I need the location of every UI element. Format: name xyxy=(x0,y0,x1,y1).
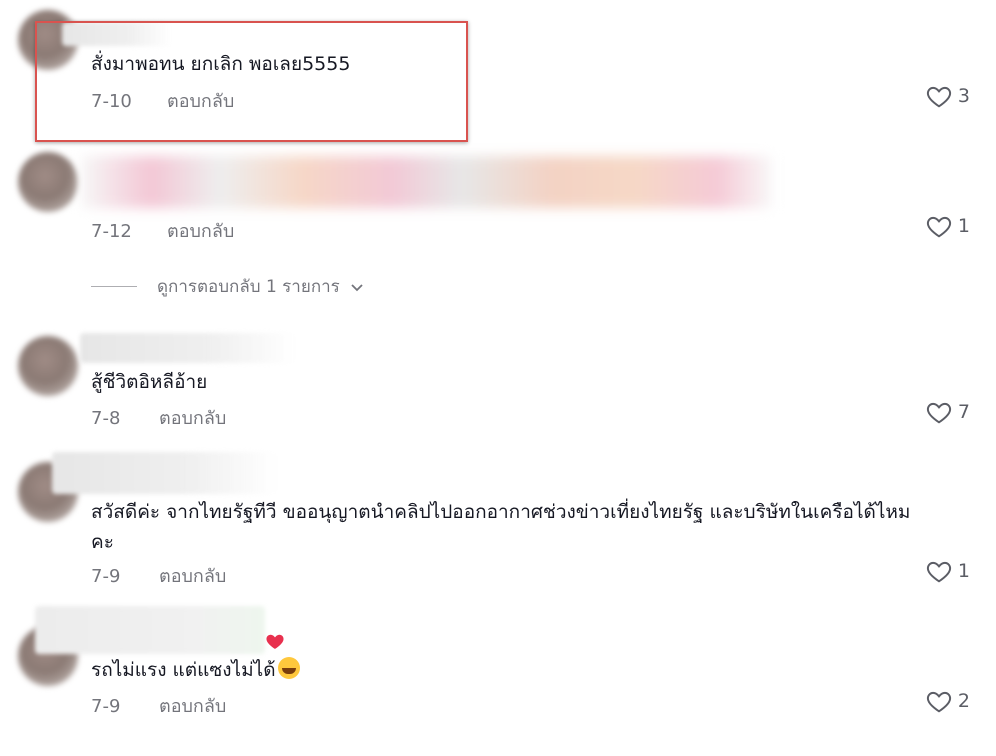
comment-date: 7-9 xyxy=(91,696,121,717)
like-count: 3 xyxy=(957,85,970,107)
highlight-box xyxy=(35,21,468,142)
comment-text-continued: คะ xyxy=(91,531,114,553)
comment-text-blurred xyxy=(82,156,772,208)
heart-icon xyxy=(926,691,951,713)
divider xyxy=(91,286,137,287)
comment-date: 7-12 xyxy=(91,221,132,242)
comment-date: 7-9 xyxy=(91,566,121,587)
reply-button[interactable]: ตอบกลับ xyxy=(159,691,226,720)
avatar[interactable] xyxy=(18,152,78,212)
username-blurred xyxy=(35,606,265,654)
username-blurred xyxy=(52,452,277,494)
like-count: 7 xyxy=(957,401,970,423)
reply-button[interactable]: ตอบกลับ xyxy=(159,561,226,590)
heart-emoji-icon xyxy=(266,634,284,649)
like-button[interactable]: 1 xyxy=(926,214,970,238)
comment-meta: 7-12 ตอบกลับ xyxy=(91,216,234,245)
username-blurred xyxy=(80,333,295,363)
like-button[interactable]: 7 xyxy=(926,400,970,424)
heart-icon xyxy=(926,216,951,238)
comment-meta: 7-8 ตอบกลับ xyxy=(91,403,226,432)
comment-text-content: รถไม่แรง แต่แซงไม่ได้ xyxy=(91,659,276,681)
like-count: 1 xyxy=(957,215,970,237)
reply-button[interactable]: ตอบกลับ xyxy=(159,403,226,432)
chevron-down-icon xyxy=(351,283,363,291)
like-button[interactable]: 3 xyxy=(926,84,970,108)
laughing-emoji-icon xyxy=(277,657,300,679)
comment-date: 7-8 xyxy=(91,408,121,429)
comment-text: รถไม่แรง แต่แซงไม่ได้ xyxy=(91,656,300,684)
heart-icon xyxy=(926,86,951,108)
like-button[interactable]: 2 xyxy=(926,689,970,713)
like-count: 1 xyxy=(957,560,970,582)
view-replies-button[interactable]: ดูการตอบกลับ 1 รายการ xyxy=(91,273,364,300)
like-button[interactable]: 1 xyxy=(926,559,970,583)
heart-icon xyxy=(926,402,951,424)
heart-icon xyxy=(926,561,951,583)
like-count: 2 xyxy=(957,690,970,712)
comment-text: สู้ชีวิตอิหลีอ้าย xyxy=(91,371,208,393)
reply-button[interactable]: ตอบกลับ xyxy=(167,216,234,245)
view-replies-label: ดูการตอบกลับ 1 รายการ xyxy=(157,277,340,297)
comment-meta: 7-9 ตอบกลับ xyxy=(91,691,226,720)
comment-text: สวัสดีค่ะ จากไทยรัฐทีวี ขออนุญาตนำคลิปไป… xyxy=(91,501,911,523)
avatar[interactable] xyxy=(18,336,78,396)
comment-meta: 7-9 ตอบกลับ xyxy=(91,561,226,590)
